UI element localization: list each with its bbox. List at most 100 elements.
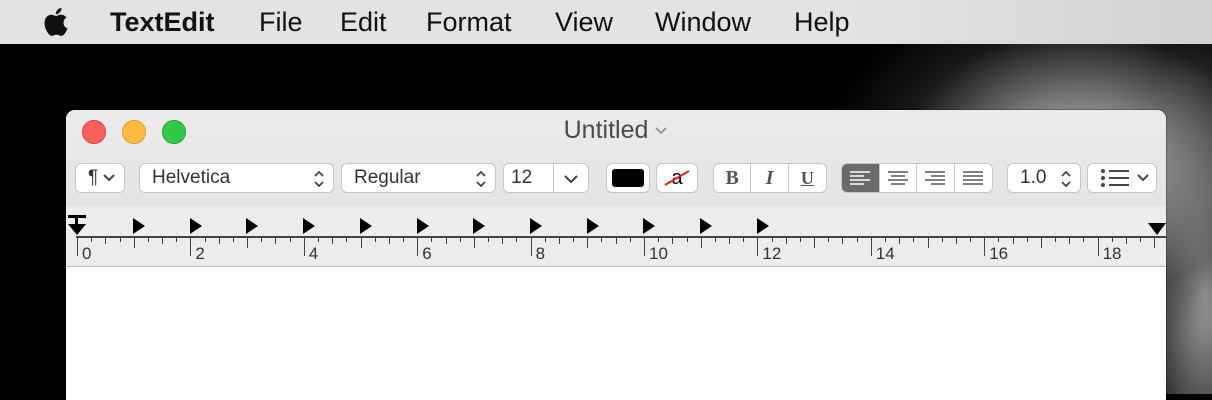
tab-stop-marker[interactable] xyxy=(359,218,372,234)
no-highlight-icon: a xyxy=(661,168,693,188)
ruler-tick xyxy=(403,238,405,242)
ruler-number: 16 xyxy=(989,244,1009,263)
ruler-tick xyxy=(714,238,716,242)
tab-stop-marker[interactable] xyxy=(416,218,429,234)
menu-edit[interactable]: Edit xyxy=(340,5,387,39)
ruler-baseline xyxy=(76,236,1166,238)
tab-stop-marker[interactable] xyxy=(303,218,316,234)
ruler-tick xyxy=(374,238,376,242)
ruler-tick xyxy=(884,238,886,242)
ruler-tick xyxy=(303,238,305,256)
window-title-area[interactable]: Untitled xyxy=(66,116,1166,145)
ruler-tick xyxy=(232,238,234,242)
ruler-tick xyxy=(388,238,390,244)
font-style-value: Regular xyxy=(354,167,421,188)
ruler-tick xyxy=(785,238,787,244)
align-right-button[interactable] xyxy=(917,164,955,192)
ruler-tick xyxy=(1055,238,1057,242)
ruler-tick xyxy=(771,238,773,242)
tab-stop-marker[interactable] xyxy=(473,218,486,234)
ruler-tick xyxy=(615,238,617,244)
underline-button[interactable]: U xyxy=(789,164,826,192)
ruler-tick xyxy=(530,238,532,256)
ruler-tick xyxy=(218,238,220,244)
ruler-tick xyxy=(105,238,107,244)
align-center-button[interactable] xyxy=(880,164,917,192)
ruler-tick xyxy=(970,238,972,242)
ruler-tick xyxy=(502,238,504,244)
italic-button[interactable]: I xyxy=(751,164,789,192)
ruler-tick xyxy=(984,238,986,256)
font-family-popup[interactable]: Helvetica xyxy=(139,163,334,193)
paragraph-styles-button[interactable]: ¶ xyxy=(75,163,125,193)
ruler-tick xyxy=(91,238,93,242)
ruler-tick xyxy=(1026,238,1028,242)
ruler-tick xyxy=(1012,238,1014,244)
tab-stop-marker[interactable] xyxy=(700,218,712,234)
italic-label: I xyxy=(765,166,774,189)
ruler-tick xyxy=(190,238,192,256)
ruler-tick xyxy=(317,238,319,242)
tab-stop-marker[interactable] xyxy=(189,218,202,234)
ruler-tick xyxy=(261,238,263,242)
menu-view[interactable]: View xyxy=(555,5,613,39)
ruler-tick xyxy=(346,238,348,242)
ruler-tick xyxy=(459,238,461,242)
ruler-tick xyxy=(417,238,419,256)
textedit-window: Untitled ¶ Helvetica Regular 12 B I U 1.… xyxy=(66,110,1166,400)
menu-app-name[interactable]: TextEdit xyxy=(110,5,215,39)
align-justify-button[interactable] xyxy=(955,164,992,192)
ruler-tick xyxy=(360,238,362,248)
ruler-number: 2 xyxy=(195,244,205,263)
menu-window[interactable]: Window xyxy=(655,5,751,39)
indent-marker-icon[interactable] xyxy=(67,215,87,237)
ruler-tick xyxy=(431,238,433,242)
menu-bar: TextEdit File Edit Format View Window He… xyxy=(0,0,1212,44)
ruler-tick xyxy=(856,238,858,242)
line-spacing-popup[interactable]: 1.0 xyxy=(1007,163,1081,193)
ruler[interactable]: 0 2 4 6 8 10 12 14 16 18 xyxy=(66,206,1166,267)
ruler-tick xyxy=(601,238,603,242)
ruler-tick xyxy=(133,238,135,248)
paragraph-icon: ¶ xyxy=(88,167,99,188)
tab-stop-marker[interactable] xyxy=(586,218,599,234)
menu-file[interactable]: File xyxy=(259,5,303,39)
font-size-value[interactable]: 12 xyxy=(504,167,553,189)
ruler-tick xyxy=(77,238,78,256)
ruler-tick xyxy=(176,238,178,242)
bold-button[interactable]: B xyxy=(714,164,752,192)
ruler-tick xyxy=(1125,238,1127,244)
text-color-button[interactable] xyxy=(606,163,650,193)
ruler-tick xyxy=(1040,238,1042,248)
ruler-tick xyxy=(629,238,631,242)
font-family-value: Helvetica xyxy=(152,167,231,188)
text-style-segmented: B I U xyxy=(713,163,827,193)
highlight-color-button[interactable]: a xyxy=(656,163,698,193)
tab-stop-marker[interactable] xyxy=(756,218,769,234)
ruler-number: 18 xyxy=(1102,244,1122,263)
tab-stop-marker[interactable] xyxy=(643,218,656,234)
align-justify-icon xyxy=(963,171,984,185)
ruler-tick xyxy=(729,238,731,244)
font-size-combo[interactable]: 12 xyxy=(503,163,589,193)
ruler-tick xyxy=(998,238,1000,242)
right-margin-marker-icon[interactable] xyxy=(1148,223,1166,237)
menu-help[interactable]: Help xyxy=(794,5,850,39)
document-text-area[interactable] xyxy=(66,267,1166,400)
apple-menu-icon[interactable] xyxy=(42,6,72,38)
chevron-down-icon[interactable] xyxy=(563,173,579,185)
tab-stop-marker[interactable] xyxy=(246,218,259,234)
menu-format[interactable]: Format xyxy=(426,5,512,39)
ruler-tick xyxy=(913,238,915,242)
ruler-tick xyxy=(927,238,929,248)
font-style-popup[interactable]: Regular xyxy=(341,163,496,193)
ruler-tick xyxy=(573,238,575,242)
ruler-tick xyxy=(686,238,688,242)
tab-stop-marker[interactable] xyxy=(133,218,145,234)
ruler-number: 8 xyxy=(535,244,546,263)
list-bullets-popup[interactable] xyxy=(1087,163,1157,193)
align-left-button[interactable] xyxy=(842,164,880,192)
ruler-number: 0 xyxy=(82,244,92,263)
tab-stop-marker[interactable] xyxy=(529,218,542,234)
line-spacing-value: 1.0 xyxy=(1020,167,1047,188)
